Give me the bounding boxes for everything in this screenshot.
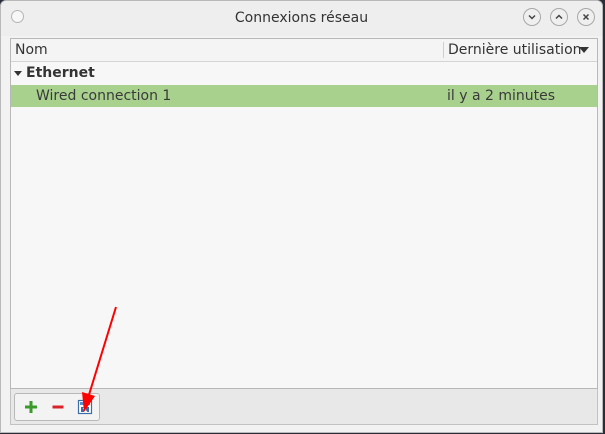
close-button[interactable] (577, 8, 595, 26)
edit-connection-button[interactable] (74, 397, 96, 417)
chevron-down-icon (528, 14, 536, 20)
add-icon (25, 401, 37, 413)
group-row-ethernet[interactable]: Ethernet (11, 62, 597, 85)
chevron-up-icon (555, 14, 563, 20)
remove-connection-button[interactable] (47, 397, 69, 417)
column-header-last-used[interactable]: Dernière utilisation (448, 39, 582, 61)
title-bar[interactable]: Connexions réseau (1, 1, 602, 36)
expander-arrow-icon[interactable] (14, 71, 22, 76)
group-label: Ethernet (26, 65, 95, 81)
network-connections-window: Connexions réseau Nom Dernière utilisati… (0, 0, 603, 433)
close-icon (582, 13, 590, 21)
sort-descending-icon[interactable] (579, 47, 589, 53)
connection-row[interactable]: Wired connection 1 il y a 2 minutes (11, 85, 597, 107)
toolbar-button-group (14, 393, 100, 421)
remove-icon (52, 405, 64, 409)
edit-settings-icon (77, 399, 93, 415)
column-header-name[interactable]: Nom (15, 39, 48, 61)
maximize-button[interactable] (550, 8, 568, 26)
minimize-button[interactable] (523, 8, 541, 26)
bottom-toolbar (10, 389, 598, 425)
connection-last-used: il y a 2 minutes (447, 88, 556, 104)
add-connection-button[interactable] (20, 397, 42, 417)
column-header-row: Nom Dernière utilisation (11, 39, 597, 62)
connections-list[interactable]: Nom Dernière utilisation Ethernet Wired … (10, 38, 598, 389)
connection-name: Wired connection 1 (36, 88, 172, 104)
column-separator[interactable] (443, 42, 444, 58)
window-title: Connexions réseau (234, 10, 369, 26)
